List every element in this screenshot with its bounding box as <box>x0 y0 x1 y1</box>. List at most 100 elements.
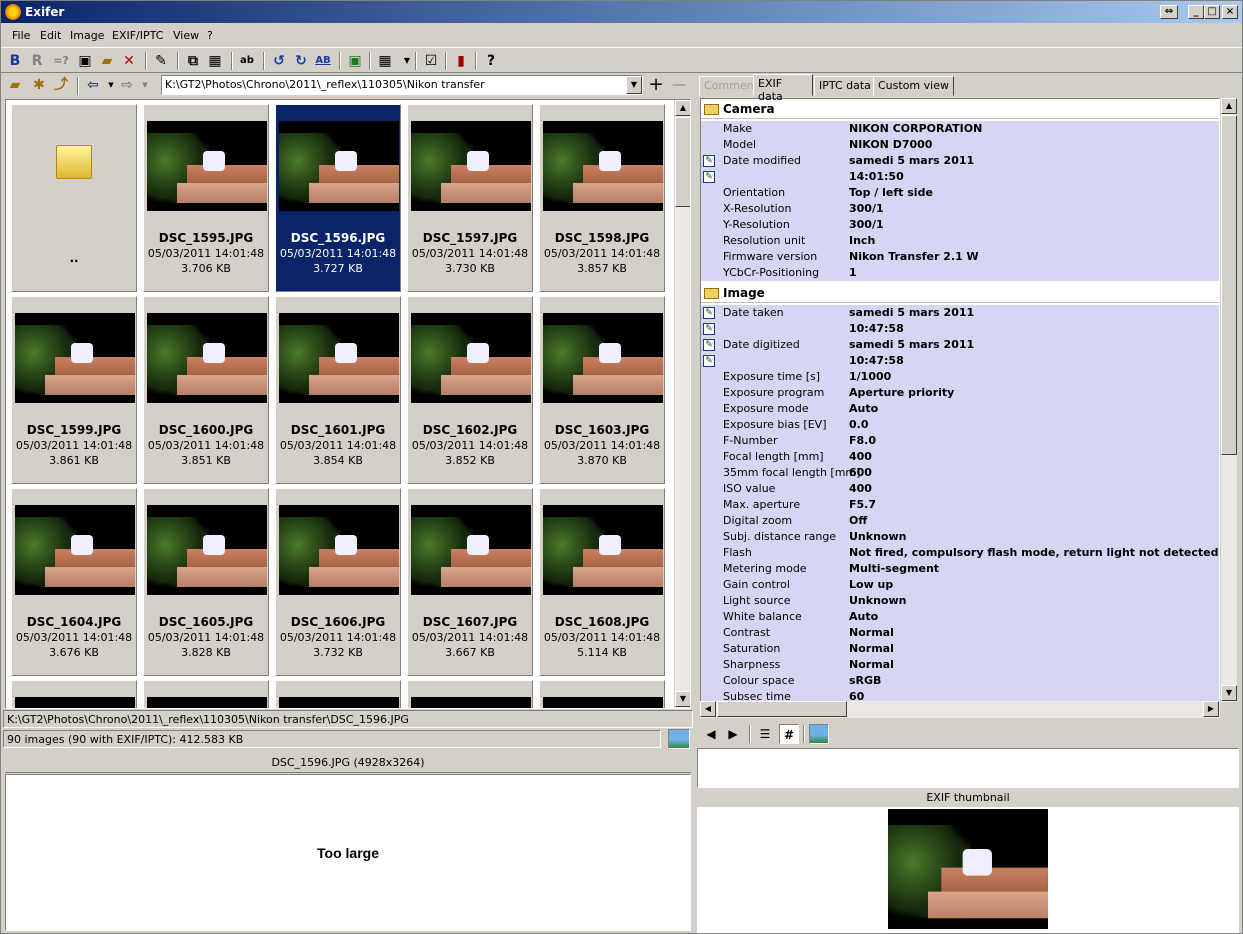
thumbnail-cell[interactable]: DSC_1604.JPG 05/03/2011 14:01:48 3.676 KB <box>11 488 137 676</box>
delete-icon[interactable]: ✕ <box>119 51 139 71</box>
thumbnail-cell[interactable]: DSC_1600.JPG 05/03/2011 14:01:48 3.851 KB <box>143 296 269 484</box>
exif-row[interactable]: ✎ Date modified samedi 5 mars 2011 <box>701 153 1219 169</box>
exif-row[interactable]: Orientation Top / left side <box>701 185 1219 201</box>
close-button[interactable]: × <box>1222 5 1238 19</box>
scroll-up-icon[interactable]: ▲ <box>1221 98 1237 114</box>
exif-row[interactable]: ✎ Date digitized samedi 5 mars 2011 <box>701 337 1219 353</box>
edit-icon[interactable]: ✎ <box>703 339 715 351</box>
forward-arrow-icon[interactable]: ⇨ <box>117 75 137 95</box>
thumbnail-cell[interactable] <box>275 680 401 708</box>
case-ab-button[interactable]: AB <box>313 51 333 71</box>
comment-memo[interactable] <box>697 748 1239 788</box>
exif-row[interactable]: ISO value 400 <box>701 481 1219 497</box>
tab-iptc-data[interactable]: IPTC data <box>814 76 876 96</box>
thumbnail-toggle-icon[interactable] <box>809 724 829 744</box>
scroll-left-icon[interactable]: ◀ <box>700 701 716 717</box>
exif-row[interactable]: ✎ 10:47:58 <box>701 353 1219 369</box>
exif-row[interactable]: Firmware version Nikon Transfer 2.1 W <box>701 249 1219 265</box>
exif-row[interactable]: Sharpness Normal <box>701 657 1219 673</box>
minimize-button[interactable]: _ <box>1188 5 1204 19</box>
exif-row[interactable]: X-Resolution 300/1 <box>701 201 1219 217</box>
exif-row[interactable]: Exposure mode Auto <box>701 401 1219 417</box>
exif-property-list[interactable]: Camera Make NIKON CORPORATION Model NIKON D7… <box>700 98 1220 702</box>
exif-row[interactable]: Gain control Low up <box>701 577 1219 593</box>
image-view-icon[interactable]: ▣ <box>345 51 365 71</box>
exif-row[interactable]: Contrast Normal <box>701 625 1219 641</box>
help-button[interactable]: ? <box>481 51 501 71</box>
exif-row[interactable]: Subj. distance range Unknown <box>701 529 1219 545</box>
exif-row[interactable]: Flash Not fired, compulsory flash mode, r… <box>701 545 1219 561</box>
menu-file[interactable]: File <box>12 29 30 42</box>
exif-row[interactable]: Colour space sRGB <box>701 673 1219 689</box>
thumbnail-cell[interactable]: DSC_1597.JPG 05/03/2011 14:01:48 3.730 KB <box>407 104 533 292</box>
edit-note-icon[interactable]: ✎ <box>151 51 171 71</box>
exif-hscrollbar[interactable]: ◀ ▶ <box>700 701 1220 718</box>
exif-row[interactable]: Light source Unknown <box>701 593 1219 609</box>
menu-image[interactable]: Image <box>70 29 104 42</box>
exif-row[interactable]: Model NIKON D7000 <box>701 137 1219 153</box>
layout-dropdown-icon[interactable]: ▼ <box>397 51 417 71</box>
exif-row[interactable]: YCbCr-Positioning 1 <box>701 265 1219 281</box>
exif-row[interactable]: Exposure program Aperture priority <box>701 385 1219 401</box>
exif-row[interactable]: White balance Auto <box>701 609 1219 625</box>
thumbnail-cell[interactable]: DSC_1608.JPG 05/03/2011 14:01:48 5.114 KB <box>539 488 665 676</box>
menu-view[interactable]: View <box>173 29 199 42</box>
exif-row[interactable]: Saturation Normal <box>701 641 1219 657</box>
image-preview-toggle-icon[interactable] <box>668 729 690 749</box>
restore-layout-icon[interactable]: ⇔ <box>1160 5 1178 19</box>
scroll-right-icon[interactable]: ▶ <box>1203 701 1219 717</box>
exif-group-header[interactable]: Camera <box>701 101 1219 119</box>
hash-view-icon[interactable]: # <box>779 724 799 744</box>
exif-row[interactable]: 35mm focal length [mm] 600 <box>701 465 1219 481</box>
thumbnail-cell[interactable]: DSC_1606.JPG 05/03/2011 14:01:48 3.732 KB <box>275 488 401 676</box>
exif-row[interactable]: ✎ Date taken samedi 5 mars 2011 <box>701 305 1219 321</box>
thumbnail-cell[interactable]: DSC_1598.JPG 05/03/2011 14:01:48 3.857 KB <box>539 104 665 292</box>
open-folder-icon[interactable]: ▰ <box>5 75 25 95</box>
thumbnail-cell[interactable] <box>11 680 137 708</box>
thumbnail-cell[interactable]: DSC_1595.JPG 05/03/2011 14:01:48 3.706 KB <box>143 104 269 292</box>
rename-ab-button[interactable]: ab <box>237 51 257 71</box>
compare-button[interactable]: =? <box>51 51 71 71</box>
thumbnail-cell[interactable] <box>143 680 269 708</box>
exif-row[interactable]: Exposure time [s] 1/1000 <box>701 369 1219 385</box>
back-arrow-icon[interactable]: ⇦ <box>83 75 103 95</box>
forward-dropdown-icon[interactable]: ▼ <box>135 75 155 95</box>
new-folder-icon[interactable]: ✱ <box>29 75 49 95</box>
path-combo[interactable]: K:\GT2\Photos\Chrono\2011\_reflex\110305… <box>161 75 643 95</box>
edit-icon[interactable]: ✎ <box>703 307 715 319</box>
menu-edit[interactable]: Edit <box>40 29 61 42</box>
edit-icon[interactable]: ✎ <box>703 171 715 183</box>
parent-folder-icon[interactable]: ⤴ <box>51 75 71 95</box>
remove-button[interactable]: — <box>669 75 689 95</box>
rotate-left-icon[interactable]: ↺ <box>269 51 289 71</box>
menu-help[interactable]: ? <box>207 29 213 42</box>
bold-b-button[interactable]: B <box>5 51 25 71</box>
scroll-thumb[interactable] <box>675 117 690 207</box>
thumbnail-cell[interactable]: DSC_1596.JPG 05/03/2011 14:01:48 3.727 KB <box>275 104 401 292</box>
scroll-down-icon[interactable]: ▼ <box>675 691 690 707</box>
exif-row[interactable]: Digital zoom Off <box>701 513 1219 529</box>
exif-scrollbar[interactable]: ▲ ▼ <box>1220 98 1237 702</box>
exif-row[interactable]: Max. aperture F5.7 <box>701 497 1219 513</box>
tab-exif-data[interactable]: EXIF data <box>753 74 813 103</box>
thumbnail-cell[interactable] <box>407 680 533 708</box>
menu-exif-iptc[interactable]: EXIF/IPTC <box>112 29 163 42</box>
thumbnail-cell[interactable] <box>539 680 665 708</box>
scroll-up-icon[interactable]: ▲ <box>675 100 690 116</box>
thumbnail-grid[interactable]: .. DSC_1595.JPG 05/03/2011 14:01:48 3.706 K… <box>5 99 691 709</box>
maximize-button[interactable]: □ <box>1204 5 1220 19</box>
scroll-thumb[interactable] <box>1221 115 1237 455</box>
thumbnail-cell[interactable]: DSC_1605.JPG 05/03/2011 14:01:48 3.828 KB <box>143 488 269 676</box>
exif-row[interactable]: Resolution unit Inch <box>701 233 1219 249</box>
list-view-icon[interactable]: ☰ <box>755 724 775 744</box>
table-icon[interactable]: ▦ <box>205 51 225 71</box>
exif-row[interactable]: Y-Resolution 300/1 <box>701 217 1219 233</box>
previous-image-icon[interactable]: ◀ <box>701 724 721 744</box>
scroll-thumb[interactable] <box>717 701 847 717</box>
layout-grid-icon[interactable]: ▦ <box>375 51 395 71</box>
chevron-down-icon[interactable]: ▼ <box>626 76 642 94</box>
exif-row[interactable]: F-Number F8.0 <box>701 433 1219 449</box>
next-image-icon[interactable]: ▶ <box>723 724 743 744</box>
copy-icon[interactable]: ⧉ <box>183 51 203 71</box>
exif-row[interactable]: ✎ 10:47:58 <box>701 321 1219 337</box>
